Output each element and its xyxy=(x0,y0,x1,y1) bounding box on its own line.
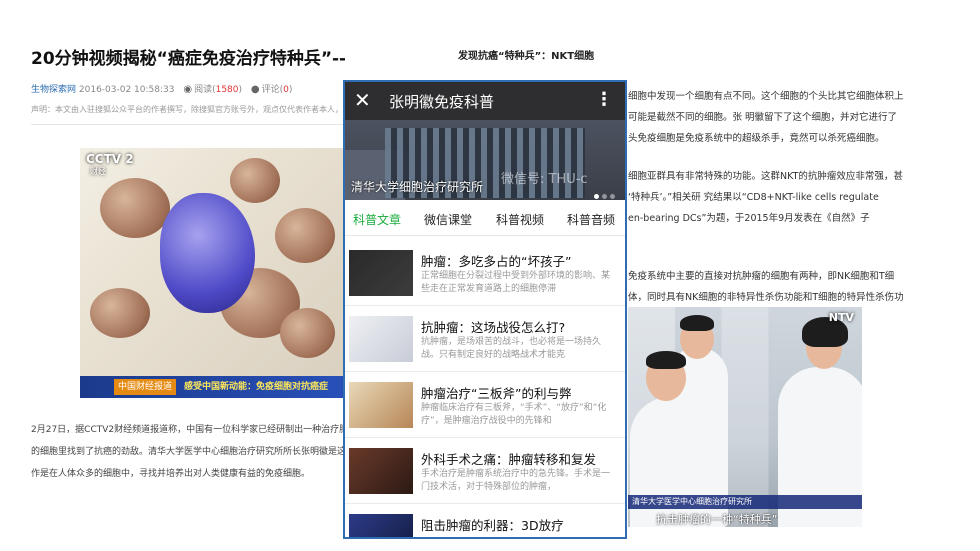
eye-icon: ◉ xyxy=(183,84,193,95)
paragraph-line: 体，同时具有NK细胞的非特异性杀伤功能和T细胞的特异性杀伤功 xyxy=(628,292,904,303)
carousel-dot[interactable] xyxy=(610,194,615,199)
article-thumbnail xyxy=(349,514,413,537)
paragraph-line: 头免疫细胞是免疫系统中的超级杀手，竟然可以杀死癌细胞。 xyxy=(628,133,885,144)
comments-end: ) xyxy=(288,85,293,95)
list-item[interactable]: 肿瘤治疗“三板斧”的利与弊 肿瘤临床治疗有三板斧，“手术”、“放疗”和“化疗”，… xyxy=(345,372,625,438)
phone-titlebar: ✕ 张明徽免疫科普 ⋮ xyxy=(345,82,625,120)
paragraph-line: en-bearing DCs”为题，于2015年9月发表在《自然》子 xyxy=(628,213,870,224)
carousel-dot[interactable] xyxy=(594,194,599,199)
source-link[interactable]: 生物探索网 xyxy=(31,85,76,95)
publish-date: 2016-03-02 10:58:33 xyxy=(78,85,175,95)
item-title: 阻击肿瘤的利器：3D放疗 xyxy=(421,518,564,533)
carousel-dots[interactable] xyxy=(591,184,615,200)
list-item[interactable]: 外科手术之痛：肿瘤转移和复发 手术治疗是肿瘤系统治疗中的急先锋。手术是一门技术活… xyxy=(345,438,625,504)
ticker-text: 感受中国新动能：免疫细胞对抗癌症 xyxy=(184,382,329,392)
paragraph-line: 2月27日，据CCTV2财经频道报道称，中国有一位科学家已经研制出一种治疗肿 xyxy=(31,425,345,435)
carousel-dot[interactable] xyxy=(602,194,607,199)
news-ticker: 中国财经报道 感受中国新动能：免疫细胞对抗癌症 xyxy=(80,376,345,398)
banner-label: 清华大学细胞治疗研究所 xyxy=(351,180,484,194)
list-item[interactable]: 抗肿瘤：这场战役怎么打? 抗肿瘤，是场艰苦的战斗，也必将是一场持久战。只有制定良… xyxy=(345,306,625,372)
item-title: 肿瘤治疗“三板斧”的利与弊 xyxy=(421,386,572,401)
paragraph-line: 的细胞里找到了抗癌的劲敌。清华大学医学中心细胞治疗研究所所长张明徽是这一项 xyxy=(31,447,345,457)
ticker-tag: 中国财经报道 xyxy=(114,379,177,395)
item-desc: 抗肿瘤，是场艰苦的战斗，也必将是一场持久战。只有制定良好的战略战术才能克 xyxy=(421,337,602,360)
person-hair xyxy=(646,351,686,369)
item-title: 抗肿瘤：这场战役怎么打? xyxy=(421,320,566,335)
wechat-phone-window: ✕ 张明徽免疫科普 ⋮ 微信号: THU-c 清华大学细胞治疗研究所 科普文章 … xyxy=(343,80,627,539)
cell-shape xyxy=(100,178,170,238)
cell-shape xyxy=(275,208,335,263)
close-icon[interactable]: ✕ xyxy=(354,88,371,112)
divider xyxy=(31,124,345,125)
menu-tabs: 科普文章 微信课堂 科普视频 科普音频 xyxy=(345,200,625,236)
cell-shape xyxy=(230,158,280,203)
item-title: 肿瘤：多吃多占的“坏孩子” xyxy=(421,254,572,269)
article-meta: 生物探索网 2016-03-02 10:58:33 ◉ 阅读(1580) ● 评论(… xyxy=(31,82,292,95)
tab-videos[interactable]: 科普视频 xyxy=(496,211,544,228)
cell-shape xyxy=(280,308,335,358)
section-heading: 发现抗癌“特种兵”：NKT细胞 xyxy=(458,51,595,62)
channel-logo: NTV xyxy=(828,311,854,324)
paragraph-line: 免疫系统中主要的直接对抗肿瘤的细胞有两种，即NK细胞和T细 xyxy=(628,271,895,282)
cell-shape xyxy=(160,193,255,313)
paragraph-line: ‘特种兵’。”相关研 究结果以“CD8+NKT-like cells regul… xyxy=(628,192,879,203)
comment-icon: ● xyxy=(250,84,260,95)
disclaimer-notice: 声明：本文由入驻搜狐公众平台的作者撰写，除搜狐官方账号外，观点仅代表作者本人，不… xyxy=(31,105,345,114)
paragraph-line: 细胞中发现一个细胞有点不同。这个细胞的个头比其它细胞体积上 xyxy=(628,91,904,102)
item-title: 外科手术之痛：肿瘤转移和复发 xyxy=(421,452,597,467)
paragraph-line: 作是在人体众多的细胞中，寻找并培养出对人类健康有益的免疫细胞。 xyxy=(31,469,311,479)
list-item[interactable]: 阻击肿瘤的利器：3D放疗 xyxy=(345,504,625,537)
reads-count: 1580 xyxy=(215,85,239,95)
tab-classroom[interactable]: 微信课堂 xyxy=(424,211,472,228)
item-desc xyxy=(421,534,617,537)
channel-subtitle: 财经 xyxy=(90,167,106,176)
caption-bar: 清华大学医学中心细胞治疗研究所 xyxy=(628,495,862,509)
caption-text: 抗击肿瘤的一种“特种兵” xyxy=(656,513,778,526)
article-thumbnail xyxy=(349,382,413,428)
article-thumbnail xyxy=(349,448,413,494)
banner-carousel[interactable]: 微信号: THU-c 清华大学细胞治疗研究所 xyxy=(345,120,625,200)
more-options-icon[interactable]: ⋮ xyxy=(595,89,613,110)
article-title: 20分钟视频揭秘“癌症免疫治疗特种兵”--NKT细胞 xyxy=(31,49,345,69)
paragraph-line: 可能是截然不同的细胞。张 明徽留下了这个细胞，并对它进行了 xyxy=(628,112,898,123)
comments-label[interactable]: 评论( xyxy=(262,85,284,95)
reads-end: ) xyxy=(238,85,243,95)
paragraph-line: 细胞亚群具有非常特殊的功能。这群NKT的抗肿瘤效应非常强，甚 xyxy=(628,171,903,182)
left-article: 20分钟视频揭秘“癌症免疫治疗特种兵”--NKT细胞 生物探索网 2016-03… xyxy=(0,0,345,551)
tab-articles[interactable]: 科普文章 xyxy=(353,211,401,228)
account-title: 张明徽免疫科普 xyxy=(389,93,495,111)
banner-watermark: 微信号: THU-c xyxy=(501,172,588,187)
item-desc: 肿瘤临床治疗有三板斧，“手术”、“放疗”和“化疗”，是肿瘤治疗战役中的先锋和 xyxy=(421,403,607,426)
article-thumbnail xyxy=(349,250,413,296)
item-desc: 正常细胞在分裂过程中受到外部环境的影响、某些走在正常发育道路上的细胞停滞 xyxy=(421,271,611,294)
list-item[interactable]: 肿瘤：多吃多占的“坏孩子” 正常细胞在分裂过程中受到外部环境的影响、某些走在正常… xyxy=(345,240,625,306)
cell-shape xyxy=(90,288,150,338)
cctv-logo: CCTV 2 xyxy=(86,152,134,166)
person-hair xyxy=(680,315,714,331)
article-video-lab[interactable]: NTV 清华大学医学中心细胞治疗研究所 抗击肿瘤的一种“特种兵” xyxy=(628,307,862,527)
tab-audio[interactable]: 科普音频 xyxy=(567,211,615,228)
item-desc: 手术治疗是肿瘤系统治疗中的急先锋。手术是一门技术活，对于特殊部位的肿瘤， xyxy=(421,469,611,492)
reads-label: 阅读( xyxy=(194,85,216,95)
article-thumbnail xyxy=(349,316,413,362)
article-video-cells[interactable]: CCTV 2 财经 中国财经报道 感受中国新动能：免疫细胞对抗癌症 xyxy=(80,148,345,398)
